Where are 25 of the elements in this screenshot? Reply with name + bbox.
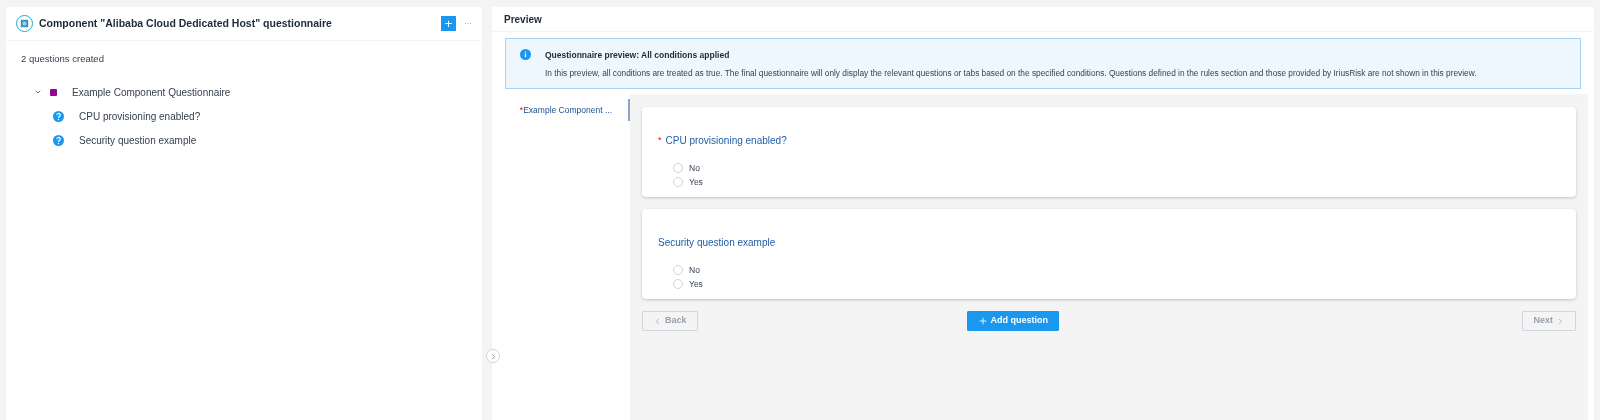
chevron-right-icon [1556,316,1565,326]
question-icon [53,110,64,122]
option-label: Yes [689,277,703,291]
notice-title: Questionnaire preview: All conditions applied [545,49,731,62]
tree-item[interactable]: CPU provisioning enabled? [79,108,201,124]
add-button[interactable]: + [441,16,456,31]
question-label: Security question example [658,236,776,250]
required-mark: * [658,133,662,147]
option-label: No [689,263,700,277]
info-icon [520,49,531,60]
add-question-button[interactable]: Add question [966,311,1059,331]
more-button[interactable]: ··· [464,17,472,30]
option-label: Yes [689,175,703,189]
chevron-left-icon [653,316,662,326]
notice-text: In this preview, all conditions are treated as true. The final questionnaire will only display the relevant questions or tabs based on the specified conditions. Questions defined in the rules section and those provided by IriusRisk are not shown in this preview. [545,66,1477,80]
option-label: No [689,161,700,175]
panel-title: Component "Alibaba Cloud Dedicated Host" questionnaire [39,15,333,31]
questions-count: 2 questions created [21,52,105,66]
expand-button[interactable] [486,349,500,363]
tree-item[interactable]: Security question example [79,132,197,148]
question-icon [53,134,64,146]
preview-title: Preview [504,12,542,27]
plus-icon [977,316,988,326]
tree-item[interactable]: Example Component Questionnaire [72,84,231,100]
question-label: CPU provisioning enabled? [665,134,787,148]
